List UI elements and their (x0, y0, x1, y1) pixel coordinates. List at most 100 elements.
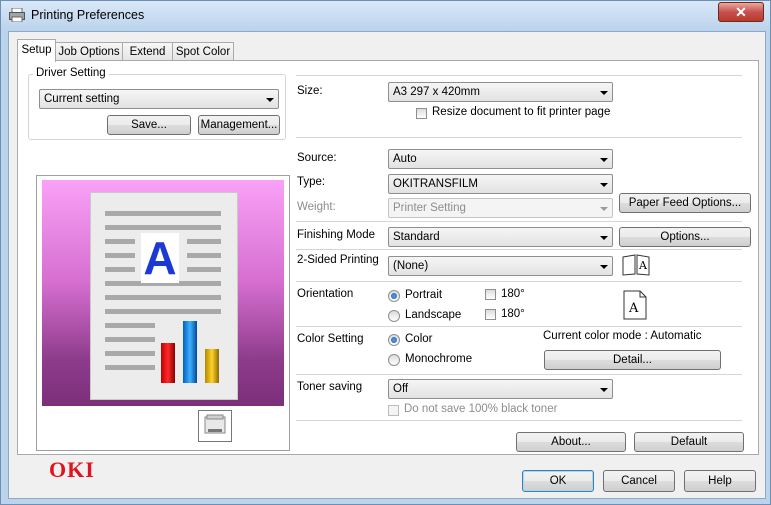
ok-button[interactable]: OK (522, 470, 594, 492)
preview-text-line (105, 351, 155, 356)
tab-job-options[interactable]: Job Options (55, 42, 123, 61)
current-color-mode-text: Current color mode : Automatic (543, 330, 702, 342)
preview-text-line (105, 239, 135, 244)
tab-label: Spot Color (175, 46, 231, 58)
title-bar: Printing Preferences ✕ (1, 1, 770, 31)
about-button[interactable]: About... (516, 432, 626, 452)
preview-letter: A (141, 233, 179, 283)
tab-setup[interactable]: Setup (17, 39, 56, 62)
type-value: OKITRANSFILM (393, 178, 478, 190)
finishing-mode-select[interactable]: Standard (388, 227, 613, 247)
toner-saving-label: Toner saving (297, 381, 363, 393)
size-select[interactable]: A3 297 x 420mm (388, 82, 613, 102)
monochrome-label: Monochrome (405, 353, 473, 365)
rotate-180-label: 180° (501, 308, 525, 320)
tab-label: Job Options (58, 46, 120, 58)
color-label: Color (405, 333, 433, 345)
weight-label: Weight: (297, 201, 336, 213)
page-preview: A (42, 180, 284, 406)
help-button[interactable]: Help (684, 470, 756, 492)
driver-setting-label: Driver Setting (33, 67, 109, 79)
dialog-client-area: Setup Job Options Extend Spot Color Driv… (8, 31, 766, 499)
svg-text:A: A (628, 301, 639, 316)
separator (296, 221, 742, 222)
paper-feed-options-button[interactable]: Paper Feed Options... (619, 193, 751, 213)
size-value: A3 297 x 420mm (393, 86, 480, 98)
preview-text-line (105, 295, 221, 300)
portrait-radio[interactable] (388, 290, 400, 302)
preview-text-line (105, 225, 221, 230)
preview-text-line (187, 239, 221, 244)
landscape-radio[interactable] (388, 310, 400, 322)
printer-thumbnail-icon (198, 410, 232, 442)
source-label: Source: (297, 152, 337, 164)
source-select[interactable]: Auto (388, 149, 613, 169)
color-radio[interactable] (388, 334, 400, 346)
open-book-icon: A (622, 254, 650, 276)
preview-bar-yellow (205, 349, 219, 383)
resize-document-checkbox[interactable] (416, 108, 427, 119)
tab-label: Setup (21, 44, 52, 56)
chevron-down-icon (266, 98, 274, 102)
tab-spot-color[interactable]: Spot Color (172, 42, 234, 61)
tab-extend[interactable]: Extend (122, 42, 173, 61)
preview-text-line (105, 365, 155, 370)
preview-text-line (105, 309, 221, 314)
setup-panel: Driver Setting Current setting Save... M… (17, 60, 759, 482)
separator (296, 75, 742, 76)
svg-text:A: A (638, 259, 648, 272)
close-button[interactable]: ✕ (718, 2, 764, 22)
rotate-180-landscape-checkbox[interactable] (485, 309, 496, 320)
driver-setting-value: Current setting (44, 93, 120, 105)
portrait-page-icon: A (623, 290, 647, 320)
finishing-mode-label: Finishing Mode (297, 229, 375, 241)
preview-frame: A (36, 175, 290, 451)
window-title: Printing Preferences (31, 8, 145, 22)
preview-page: A (90, 192, 238, 400)
printer-icon (9, 8, 25, 22)
two-sided-printing-select[interactable]: (None) (388, 256, 613, 276)
color-detail-button[interactable]: Detail... (544, 350, 721, 370)
finishing-options-button[interactable]: Options... (619, 227, 751, 247)
monochrome-radio[interactable] (388, 354, 400, 366)
preview-text-line (105, 337, 155, 342)
type-label: Type: (297, 176, 326, 188)
cancel-button[interactable]: Cancel (603, 470, 675, 492)
preview-text-line (105, 267, 135, 272)
type-select[interactable]: OKITRANSFILM (388, 174, 613, 194)
color-setting-label: Color Setting (297, 333, 364, 345)
management-button[interactable]: Management... (198, 115, 280, 135)
orientation-label: Orientation (297, 288, 354, 300)
tab-label: Extend (129, 46, 166, 58)
preview-text-line (187, 267, 221, 272)
weight-value: Printer Setting (393, 202, 466, 214)
source-value: Auto (393, 153, 417, 165)
portrait-label: Portrait (405, 289, 443, 301)
separator (296, 137, 742, 138)
oki-logo: OKI (49, 457, 95, 482)
no-save-black-label: Do not save 100% black toner (404, 403, 558, 415)
chevron-down-icon (600, 388, 608, 392)
driver-setting-select[interactable]: Current setting (39, 89, 279, 109)
preview-text-line (105, 323, 155, 328)
separator (296, 249, 742, 250)
separator (296, 420, 742, 421)
rotate-180-portrait-checkbox[interactable] (485, 289, 496, 300)
chevron-down-icon (600, 91, 608, 95)
rotate-180-label: 180° (501, 288, 525, 300)
two-sided-printing-label: 2-Sided Printing (297, 254, 379, 266)
weight-select: Printer Setting (388, 198, 613, 218)
no-save-black-checkbox (388, 405, 399, 416)
chevron-down-icon (600, 265, 608, 269)
printing-preferences-window: Printing Preferences ✕ Setup Job Options… (0, 0, 771, 505)
size-label: Size: (297, 85, 323, 97)
preview-bar-blue (183, 321, 197, 383)
chevron-down-icon (600, 207, 608, 211)
separator (296, 281, 742, 282)
save-button[interactable]: Save... (107, 115, 191, 135)
finishing-mode-value: Standard (393, 231, 440, 243)
chevron-down-icon (600, 236, 608, 240)
toner-saving-select[interactable]: Off (388, 379, 613, 399)
separator (296, 326, 742, 327)
default-button[interactable]: Default (634, 432, 744, 452)
